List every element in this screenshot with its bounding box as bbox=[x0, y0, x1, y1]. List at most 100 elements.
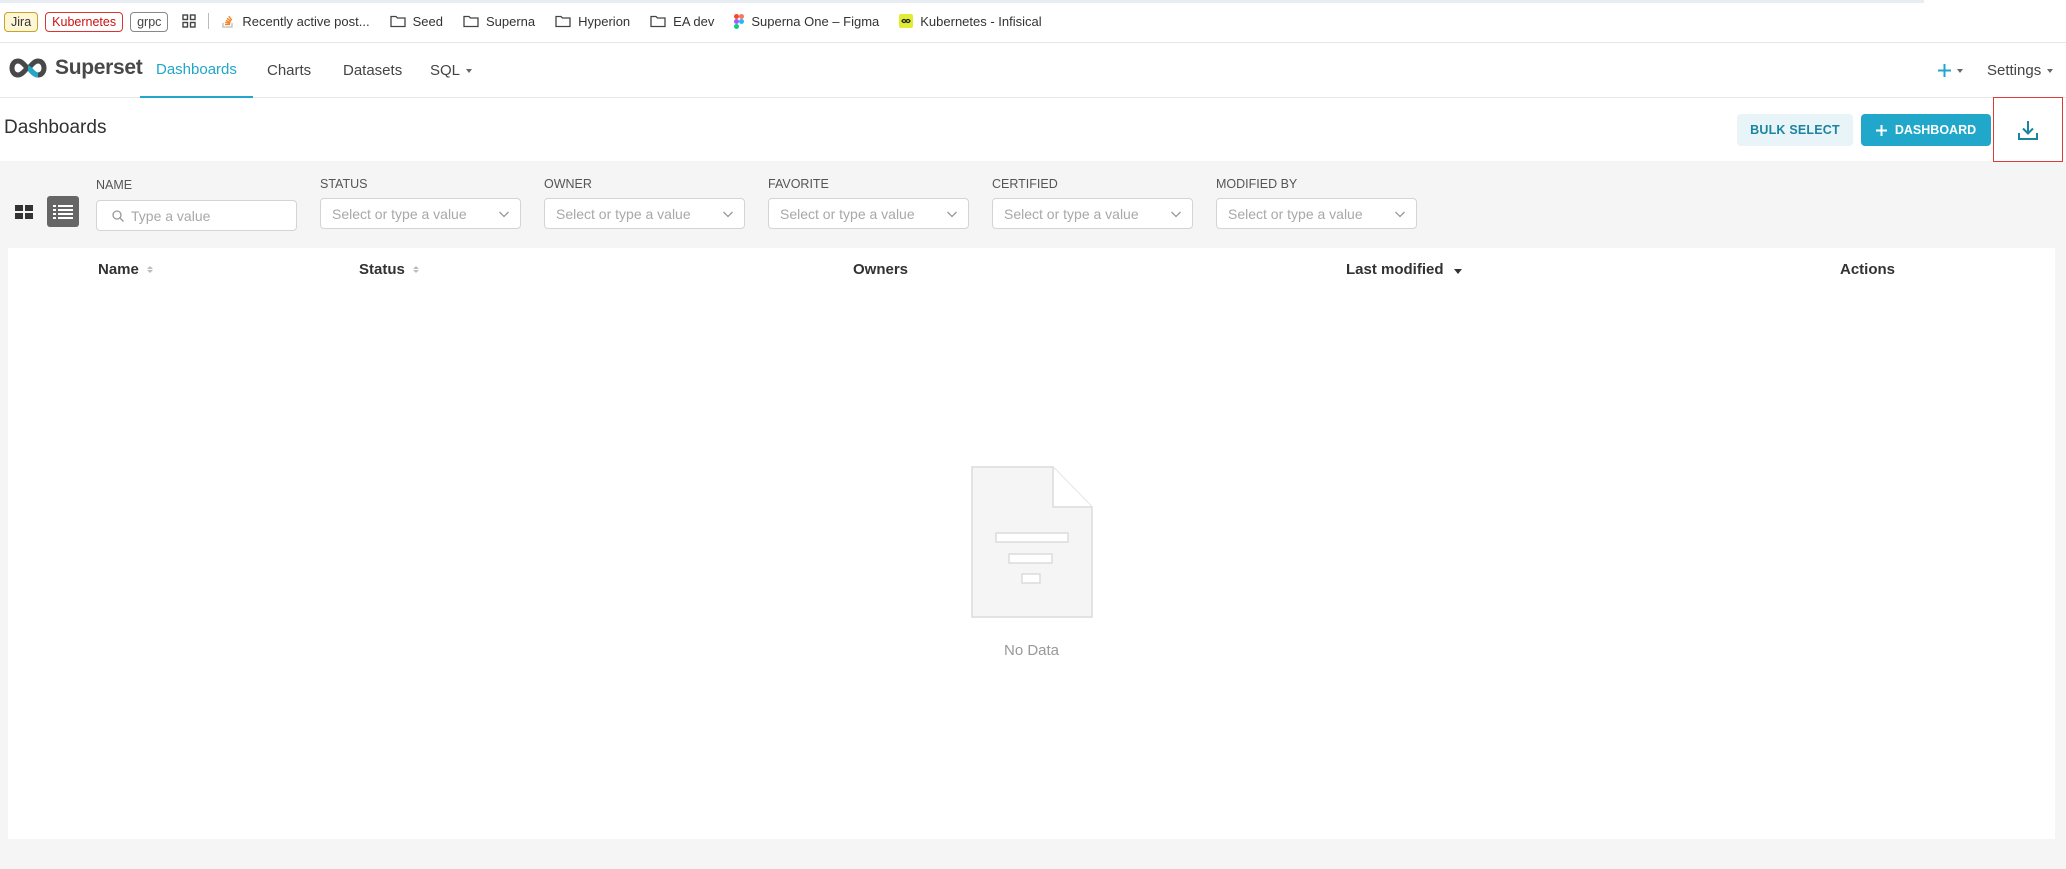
column-header-status[interactable]: Status bbox=[359, 261, 419, 278]
column-actions-label: Actions bbox=[1840, 261, 1896, 278]
folder-icon bbox=[650, 15, 666, 28]
filter-label: CERTIFIED bbox=[992, 177, 1058, 191]
bulk-select-button[interactable]: BULK SELECT bbox=[1737, 114, 1853, 146]
chevron-down-icon bbox=[2047, 68, 2054, 73]
chevron-down-icon bbox=[499, 211, 509, 218]
page-title: Dashboards bbox=[4, 117, 107, 138]
modified-by-select-placeholder: Select or type a value bbox=[1228, 205, 1363, 222]
nav-sql-label: SQL bbox=[430, 62, 461, 79]
nav-datasets[interactable]: Datasets bbox=[343, 43, 402, 98]
name-search-input[interactable]: Type a value bbox=[96, 200, 297, 231]
bookmark-label: Seed bbox=[412, 13, 443, 29]
filter-label: STATUS bbox=[320, 177, 368, 191]
bookmark-label: Superna bbox=[485, 13, 536, 29]
bookmark-seed[interactable]: Seed bbox=[389, 13, 443, 29]
stackoverflow-icon bbox=[222, 15, 234, 28]
column-header-last-modified[interactable]: Last modified bbox=[1346, 261, 1462, 278]
card-view-toggle[interactable] bbox=[8, 196, 40, 227]
certified-select[interactable]: Select or type a value bbox=[992, 198, 1193, 229]
bookmark-label: Hyperion bbox=[578, 13, 631, 29]
sort-icon bbox=[146, 266, 153, 273]
chevron-down-icon bbox=[947, 211, 957, 218]
column-owners-label: Owners bbox=[853, 261, 909, 278]
bookmark-jira[interactable]: Jira bbox=[4, 12, 39, 32]
empty-document-icon bbox=[971, 466, 1093, 618]
status-select-placeholder: Select or type a value bbox=[332, 205, 467, 222]
apps-grid-icon[interactable] bbox=[182, 14, 197, 28]
modified-by-select[interactable]: Select or type a value bbox=[1216, 198, 1417, 229]
bookmark-superna[interactable]: Superna bbox=[463, 14, 535, 29]
nav-dashboards[interactable]: Dashboards bbox=[140, 43, 253, 98]
sort-desc-icon bbox=[1453, 268, 1462, 274]
download-icon bbox=[2018, 120, 2038, 140]
column-status-label: Status bbox=[359, 261, 405, 278]
nav-dashboards-label: Dashboards bbox=[156, 61, 237, 78]
filter-label: OWNER bbox=[544, 177, 592, 191]
new-item-menu[interactable] bbox=[1938, 43, 1963, 98]
top-navbar: Superset Dashboards Charts Datasets SQL … bbox=[0, 43, 2066, 98]
bookmarks-bar: Jira Kubernetes grpc Recently active pos… bbox=[0, 0, 2066, 43]
status-select[interactable]: Select or type a value bbox=[320, 198, 521, 229]
filter-label: FAVORITE bbox=[768, 177, 829, 191]
superset-logo[interactable]: Superset bbox=[7, 56, 143, 80]
owner-select-placeholder: Select or type a value bbox=[556, 205, 691, 222]
bookmark-grpc[interactable]: grpc bbox=[130, 12, 169, 32]
column-header-owners: Owners bbox=[853, 261, 908, 278]
favorite-select-placeholder: Select or type a value bbox=[780, 205, 915, 222]
owner-select[interactable]: Select or type a value bbox=[544, 198, 745, 229]
chevron-down-icon bbox=[1395, 211, 1405, 218]
bookmark-label: Recently active post... bbox=[242, 13, 370, 29]
filter-certified: CERTIFIED Select or type a value bbox=[992, 177, 1193, 229]
nav-sql-menu[interactable]: SQL bbox=[430, 43, 473, 98]
bookmark-label: EA dev bbox=[673, 13, 715, 29]
superset-logo-icon bbox=[9, 58, 47, 78]
figma-icon bbox=[734, 13, 745, 29]
add-dashboard-label: DASHBOARD bbox=[1894, 123, 1977, 137]
search-icon bbox=[112, 209, 124, 222]
bookmark-infisical[interactable]: Kubernetes - Infisical bbox=[899, 13, 1042, 29]
filter-owner: OWNER Select or type a value bbox=[544, 177, 745, 229]
grid-view-icon bbox=[15, 204, 33, 219]
brand-name: Superset bbox=[55, 56, 143, 79]
add-dashboard-button[interactable]: DASHBOARD bbox=[1861, 114, 1991, 146]
chevron-down-icon bbox=[1957, 68, 1963, 73]
name-search-placeholder: Type a value bbox=[131, 207, 211, 224]
column-last-modified-label: Last modified bbox=[1346, 261, 1444, 278]
bookmark-figma[interactable]: Superna One – Figma bbox=[734, 13, 880, 29]
browser-divider bbox=[0, 0, 1924, 3]
nav-charts-label: Charts bbox=[267, 62, 312, 79]
folder-icon bbox=[555, 15, 571, 28]
column-header-actions: Actions bbox=[1840, 261, 1895, 278]
empty-state-text: No Data bbox=[1003, 642, 1060, 659]
bookmark-kubernetes[interactable]: Kubernetes bbox=[45, 12, 124, 32]
plus-icon bbox=[1875, 124, 1887, 136]
favorite-select[interactable]: Select or type a value bbox=[768, 198, 969, 229]
settings-menu[interactable]: Settings bbox=[1987, 43, 2054, 98]
bookmark-hyperion[interactable]: Hyperion bbox=[555, 14, 630, 29]
chevron-down-icon bbox=[466, 68, 473, 73]
nav-charts[interactable]: Charts bbox=[267, 43, 311, 98]
bookmarks-separator bbox=[208, 13, 210, 29]
filter-label: NAME bbox=[96, 178, 133, 192]
page-header: Dashboards BULK SELECT DASHBOARD bbox=[0, 98, 2066, 161]
column-header-name[interactable]: Name bbox=[98, 261, 153, 278]
infisical-icon bbox=[899, 14, 914, 28]
filter-name: NAME Type a value bbox=[96, 178, 297, 231]
folder-icon bbox=[389, 15, 406, 28]
nav-datasets-label: Datasets bbox=[343, 62, 403, 79]
list-view-toggle[interactable] bbox=[47, 196, 79, 227]
filter-label: MODIFIED BY bbox=[1216, 177, 1298, 191]
bookmark-label: Superna One – Figma bbox=[751, 13, 880, 29]
bookmark-ea-dev[interactable]: EA dev bbox=[650, 14, 714, 29]
bookmark-recently-active[interactable]: Recently active post... bbox=[221, 13, 370, 29]
chevron-down-icon bbox=[1171, 211, 1181, 218]
column-name-label: Name bbox=[98, 261, 139, 278]
filter-favorite: FAVORITE Select or type a value bbox=[768, 177, 969, 229]
filter-status: STATUS Select or type a value bbox=[320, 177, 521, 229]
list-view-icon bbox=[53, 204, 73, 219]
plus-icon bbox=[1938, 64, 1951, 77]
settings-label: Settings bbox=[1987, 62, 2042, 79]
import-dashboard-button[interactable] bbox=[1993, 97, 2063, 162]
filter-modified-by: MODIFIED BY Select or type a value bbox=[1216, 177, 1417, 229]
bookmark-label: Kubernetes - Infisical bbox=[920, 13, 1042, 29]
